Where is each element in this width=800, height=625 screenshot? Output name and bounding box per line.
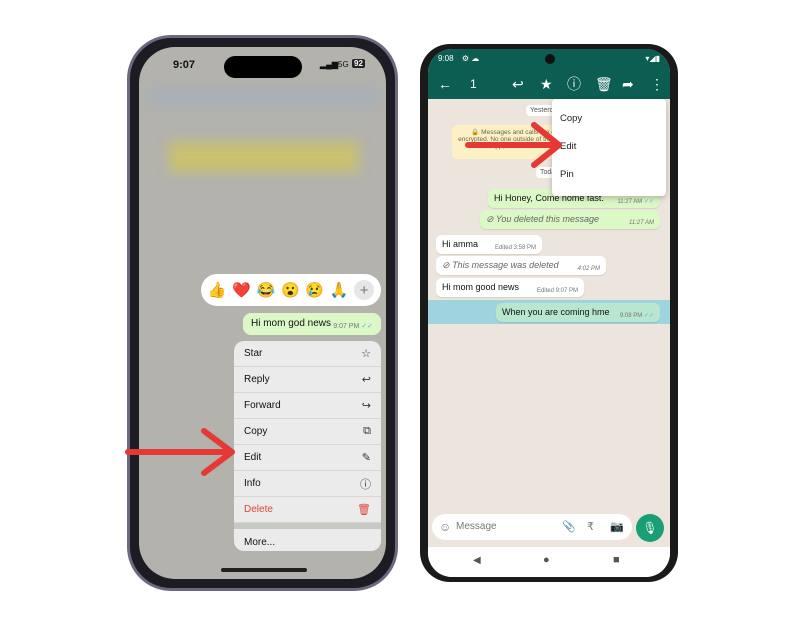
red-arrow-edit	[125, 428, 235, 476]
network-type: 5G	[338, 60, 349, 69]
selection-toolbar: ← 1 ↩ ★ ⓘ 🗑 ➦ ⋮	[428, 69, 670, 99]
menu-item-reply[interactable]: Reply ↩	[234, 367, 381, 393]
reply-icon[interactable]: ↩	[512, 76, 524, 93]
menu-item-copy[interactable]: Copy ⧉	[234, 419, 381, 445]
iphone-screen: 9:07 ▂▄▆ 5G 92 👍 ❤️ 😂 😮 😢 🙏 + Hi mom god…	[139, 47, 386, 579]
overflow-menu: Copy Edit Pin	[552, 99, 666, 196]
signal-icon: ▂▄▆	[320, 60, 338, 69]
payment-icon[interactable]: ₹	[587, 520, 594, 533]
reaction-laugh[interactable]: 😂	[257, 281, 276, 299]
reaction-bar: 👍 ❤️ 😂 😮 😢 🙏 +	[201, 274, 381, 306]
pencil-icon: ✎	[361, 452, 371, 464]
deleted-message-bubble[interactable]: ⊘ This message was deleted 4:02 PM	[436, 256, 606, 275]
blocked-icon: ⊘	[486, 214, 494, 224]
reply-icon: ↩	[361, 374, 371, 386]
more-reactions-plus-icon[interactable]: +	[354, 280, 375, 300]
forward-icon: ↪	[361, 400, 371, 412]
blurred-header	[149, 87, 379, 107]
menu-item-pin[interactable]: Pin	[560, 169, 574, 180]
double-check-icon: ✓✓	[361, 323, 373, 330]
wifi-battery-icon: ▾◢▮	[645, 54, 660, 63]
menu-item-forward[interactable]: Forward ↪	[234, 393, 381, 419]
info-icon[interactable]: ⓘ	[567, 74, 581, 94]
menu-item-edit[interactable]: Edit ✎	[234, 445, 381, 471]
selected-count: 1	[470, 77, 477, 91]
back-nav-icon[interactable]: ◀	[473, 555, 481, 566]
reaction-wow[interactable]: 😮	[281, 281, 300, 299]
settings-icon: ⚙ ☁	[461, 54, 480, 63]
home-indicator	[221, 568, 307, 572]
recents-nav-icon[interactable]: ■	[613, 554, 620, 566]
mic-icon: 🎙	[642, 521, 658, 535]
message-time: 9:07 PM ✓✓	[333, 323, 373, 330]
reaction-cry[interactable]: 😢	[305, 281, 324, 299]
menu-item-info[interactable]: Info ⓘ	[234, 471, 381, 497]
star-icon[interactable]: ★	[540, 76, 553, 93]
copy-icon: ⧉	[363, 425, 371, 437]
message-bubble[interactable]: Hi mom god news 9:07 PM ✓✓	[243, 313, 381, 335]
forward-icon[interactable]: ➦	[622, 76, 634, 93]
blocked-icon: ⊘	[442, 260, 450, 270]
double-check-icon: ✓✓	[643, 313, 654, 319]
menu-item-star[interactable]: Star ☆	[234, 341, 381, 367]
message-placeholder: Message	[456, 521, 497, 532]
dynamic-island	[224, 56, 302, 78]
status-time: 9:07	[173, 59, 196, 71]
home-nav-icon[interactable]: ●	[543, 554, 550, 566]
navigation-bar: ◀ ● ■	[428, 547, 670, 577]
double-check-icon: ✓✓	[643, 199, 654, 205]
attach-icon[interactable]: 📎	[562, 520, 576, 533]
message-input[interactable]: ☺ Message 📎 ₹ 📷	[432, 514, 632, 540]
blurred-banner	[169, 142, 359, 172]
red-arrow-edit	[465, 122, 562, 168]
mic-button[interactable]: 🎙	[636, 514, 664, 542]
reaction-thumbs-up[interactable]: 👍	[208, 281, 227, 299]
delete-icon[interactable]: 🗑	[595, 76, 613, 93]
star-icon: ☆	[361, 348, 371, 360]
message-bubble[interactable]: Hi amma Edited 3:58 PM	[436, 235, 542, 254]
trash-icon: 🗑	[357, 504, 371, 516]
reaction-heart[interactable]: ❤️	[232, 281, 251, 299]
menu-item-delete[interactable]: Delete 🗑	[234, 497, 381, 523]
message-bubble[interactable]: Hi mom good news Edited 9:07 PM	[436, 278, 584, 297]
context-menu: Star ☆ Reply ↩ Forward ↪ Copy ⧉ Edit ✎ Info ⓘ …	[234, 341, 381, 551]
camera-hole	[545, 54, 555, 64]
selected-message-bubble[interactable]: When you are coming hme 9:08 PM ✓✓	[496, 303, 660, 322]
menu-item-more[interactable]: More...	[234, 529, 381, 551]
status-time: 9:08	[438, 54, 454, 63]
reaction-pray[interactable]: 🙏	[330, 281, 349, 299]
back-arrow-icon[interactable]: ←	[438, 76, 452, 92]
info-icon: ⓘ	[360, 478, 371, 491]
iphone-device: 9:07 ▂▄▆ 5G 92 👍 ❤️ 😂 😮 😢 🙏 + Hi mom god…	[127, 35, 398, 591]
emoji-icon: ☺	[439, 520, 452, 534]
camera-icon[interactable]: 📷	[610, 520, 624, 533]
deleted-message-bubble[interactable]: ⊘ You deleted this message 11:27 AM	[480, 210, 660, 229]
message-text: Hi mom god news	[251, 318, 332, 329]
battery-level: 92	[352, 59, 365, 68]
more-options-icon[interactable]: ⋮	[650, 76, 664, 93]
